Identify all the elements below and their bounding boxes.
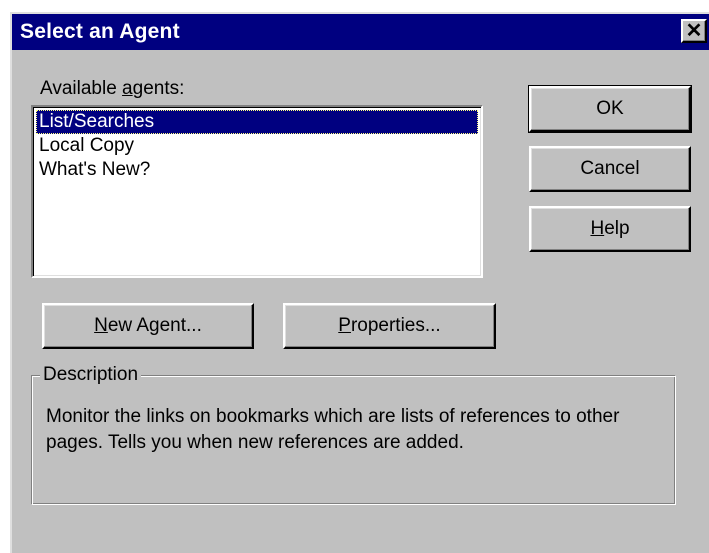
properties-button-accelerator: P xyxy=(338,315,351,336)
new-agent-button-accelerator: N xyxy=(94,315,108,336)
available-agents-label-accelerator: a xyxy=(122,78,133,99)
help-button[interactable]: Help xyxy=(529,206,691,252)
description-text: Monitor the links on bookmarks which are… xyxy=(46,406,620,453)
ok-button[interactable]: OK xyxy=(528,85,692,133)
list-item-local-copy[interactable]: Local Copy xyxy=(36,134,478,158)
available-agents-label-prefix: Available xyxy=(40,78,123,99)
close-icon: ✕ xyxy=(685,20,703,42)
window-title: Select an Agent xyxy=(20,20,180,43)
available-agents-label-suffix: gents: xyxy=(132,78,185,99)
list-item-list-searches[interactable]: List/Searches xyxy=(36,110,478,134)
available-agents-label: Available agents: xyxy=(40,78,184,100)
cancel-button[interactable]: Cancel xyxy=(529,146,691,192)
new-agent-button[interactable]: New Agent... xyxy=(42,303,254,349)
description-label: Description xyxy=(40,364,142,386)
help-button-accelerator: H xyxy=(590,218,605,239)
properties-button[interactable]: Properties... xyxy=(283,303,496,349)
title-bar[interactable]: Select an Agent ✕ xyxy=(12,14,709,50)
close-button[interactable]: ✕ xyxy=(681,19,707,43)
help-button-label: elp xyxy=(604,218,630,239)
new-agent-button-label: ew Agent... xyxy=(107,315,202,336)
list-item-whats-new[interactable]: What's New? xyxy=(36,158,478,182)
properties-button-label: roperties... xyxy=(350,315,441,336)
agents-listbox[interactable]: List/Searches Local Copy What's New? xyxy=(31,105,483,278)
